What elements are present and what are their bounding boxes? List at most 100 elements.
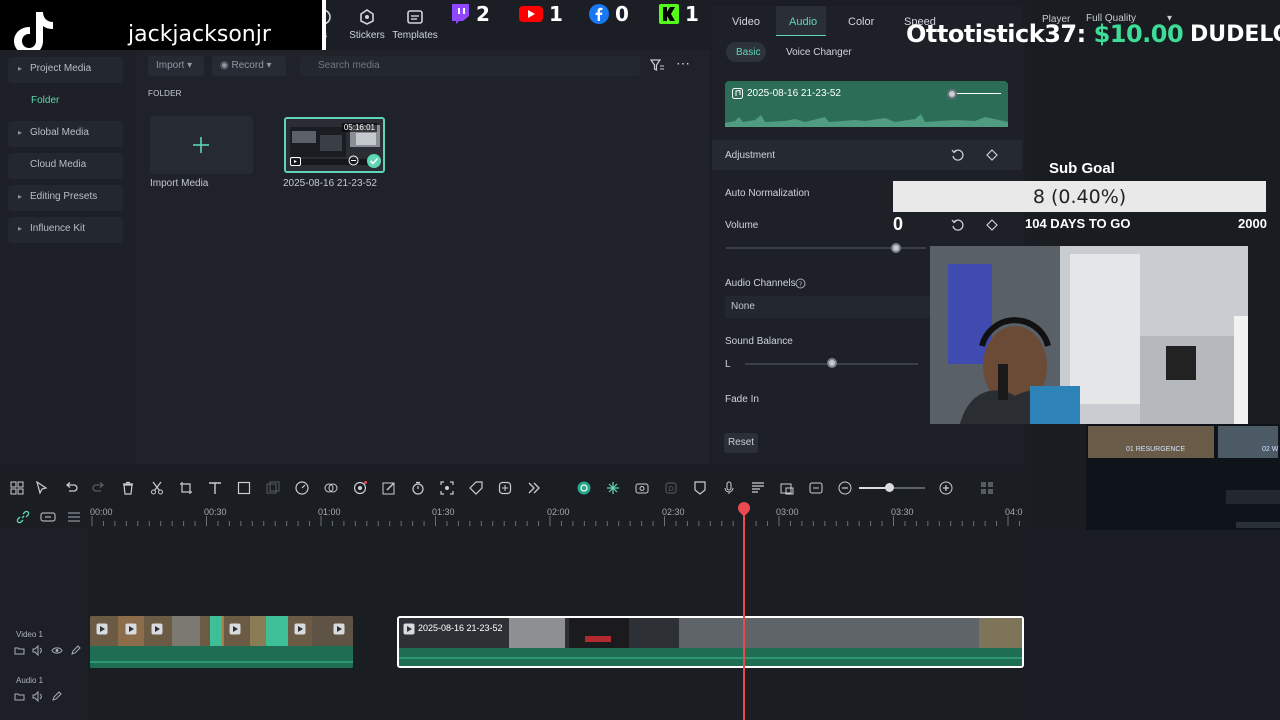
volume-keyframe-icon[interactable]	[986, 219, 998, 231]
replace-icon[interactable]	[780, 481, 794, 495]
more-icon[interactable]: ⋯	[676, 56, 690, 70]
audio-channels-select[interactable]: None	[725, 296, 930, 318]
reset-icon[interactable]	[951, 148, 965, 162]
video-clip-icon	[151, 623, 163, 635]
tag-icon[interactable]	[469, 481, 483, 495]
smart-render-icon[interactable]	[577, 481, 591, 495]
media-clip-thumbnail[interactable]: 05:16:01	[284, 117, 385, 173]
chevron-right-icon: ▸	[18, 64, 23, 73]
undo-icon[interactable]	[64, 481, 78, 495]
folder-icon[interactable]	[14, 691, 25, 702]
color-match-icon[interactable]	[266, 481, 280, 495]
reset-button[interactable]: Reset	[724, 433, 758, 453]
search-input[interactable]: Search media	[300, 56, 640, 76]
folder-icon[interactable]	[14, 645, 25, 656]
stabilize-icon[interactable]	[498, 481, 512, 495]
volume-slider-knob[interactable]	[891, 243, 901, 253]
layout-icon[interactable]	[10, 481, 24, 495]
proxy-icon[interactable]: D	[664, 481, 678, 495]
redo-icon[interactable]	[92, 481, 106, 495]
pencil-icon[interactable]	[51, 691, 62, 702]
auto-normalization-label: Auto Normalization	[725, 188, 810, 199]
game-slot-2-label: 02 W	[1262, 446, 1279, 453]
donation-amount: $10.00	[1093, 20, 1184, 48]
balance-slider-knob[interactable]	[826, 358, 837, 368]
timeline-ruler[interactable]	[0, 504, 1024, 528]
marker-icon[interactable]	[693, 481, 707, 495]
clip-volume-knob[interactable]	[947, 89, 957, 99]
split-icon[interactable]	[150, 481, 164, 495]
grid-view-icon[interactable]	[980, 481, 994, 495]
clip-b-label: 2025-08-16 21-23-52	[418, 623, 503, 633]
info-icon[interactable]: ?	[795, 278, 806, 289]
ticker-next-name: DUDELO	[1190, 22, 1280, 47]
audio-track-controls	[14, 691, 62, 702]
playhead[interactable]	[743, 504, 745, 720]
timeline-clip[interactable]	[90, 616, 353, 668]
delete-icon[interactable]	[121, 481, 135, 495]
volume-reset-icon[interactable]	[951, 218, 965, 232]
add-track-icon[interactable]	[40, 510, 56, 524]
tick-label: 00:00	[90, 507, 113, 517]
webcam-feed	[930, 246, 1248, 424]
subtitle-icon[interactable]	[751, 481, 765, 495]
ai-tool-icon[interactable]	[353, 481, 367, 495]
search-placeholder: Search media	[318, 60, 380, 71]
sub-goal-title: Sub Goal	[1049, 160, 1115, 177]
pencil-icon[interactable]	[70, 645, 81, 656]
preview-quality-icon[interactable]	[635, 481, 649, 495]
zoom-slider-knob[interactable]	[885, 483, 894, 492]
sidebar-item-project-media[interactable]: ▸ Project Media	[8, 57, 123, 83]
timeline-clip-selected[interactable]: 2025-08-16 21-23-52	[397, 616, 1024, 668]
record-icon: ◉	[220, 60, 229, 71]
fit-icon[interactable]	[809, 481, 823, 495]
chevron-right-icon: ▸	[18, 128, 23, 137]
sidebar-item-influence-kit[interactable]: ▸ Influence Kit	[8, 217, 123, 243]
plus-icon	[192, 136, 210, 154]
record-dropdown[interactable]: ◉ Record ▾	[212, 56, 286, 76]
mask-icon[interactable]	[324, 481, 338, 495]
subtab-basic[interactable]: Basic	[736, 47, 760, 58]
auto-reframe-icon[interactable]	[440, 481, 454, 495]
zoom-out-icon[interactable]	[838, 481, 852, 495]
timer-icon[interactable]	[411, 481, 425, 495]
speaker-icon[interactable]	[32, 691, 44, 702]
track-manager-icon[interactable]	[67, 510, 81, 524]
tab-audio[interactable]: Audio	[789, 16, 817, 28]
video-track-controls	[14, 645, 81, 656]
subtab-voice-changer[interactable]: Voice Changer	[786, 47, 852, 58]
shape-icon[interactable]	[237, 481, 251, 495]
speaker-icon[interactable]	[32, 645, 44, 656]
sidebar-item-label: Cloud Media	[30, 159, 87, 170]
record-dropdown-label: Record	[231, 60, 264, 71]
sidebar-item-global-media[interactable]: ▸ Global Media	[8, 121, 123, 147]
edit-icon[interactable]	[382, 481, 396, 495]
eye-icon[interactable]	[51, 645, 63, 656]
more-tools-icon[interactable]	[527, 481, 541, 495]
select-tool-icon[interactable]	[35, 481, 49, 495]
sidebar-item-folder[interactable]: Folder	[8, 89, 123, 115]
tab-color[interactable]: Color	[848, 16, 874, 28]
sidebar-item-label: Global Media	[30, 127, 89, 138]
speed-icon[interactable]	[295, 481, 309, 495]
sidebar-item-editing-presets[interactable]: ▸ Editing Presets	[8, 185, 123, 211]
filter-icon[interactable]	[650, 58, 664, 72]
text-icon[interactable]	[208, 481, 222, 495]
svg-text:?: ?	[799, 280, 803, 288]
microphone-icon[interactable]	[722, 481, 736, 495]
zoom-in-icon[interactable]	[939, 481, 953, 495]
keyframe-icon[interactable]	[986, 149, 998, 161]
tab-video[interactable]: Video	[732, 16, 760, 28]
import-dropdown[interactable]: Import ▾	[148, 56, 204, 76]
import-media-tile[interactable]	[150, 116, 253, 174]
chevron-right-icon: ▸	[18, 192, 23, 201]
link-icon[interactable]	[16, 510, 30, 524]
toolbar-item-label: Stickers	[349, 30, 385, 41]
snap-icon[interactable]	[606, 481, 620, 495]
sound-balance-label: Sound Balance	[725, 336, 793, 347]
toolbar-item-stickers[interactable]: Stickers	[342, 8, 392, 41]
crop-icon[interactable]	[179, 481, 193, 495]
facebook-count: 0	[615, 2, 629, 26]
sidebar-item-cloud-media[interactable]: Cloud Media	[8, 153, 123, 179]
toolbar-item-templates[interactable]: Templates	[390, 8, 440, 41]
